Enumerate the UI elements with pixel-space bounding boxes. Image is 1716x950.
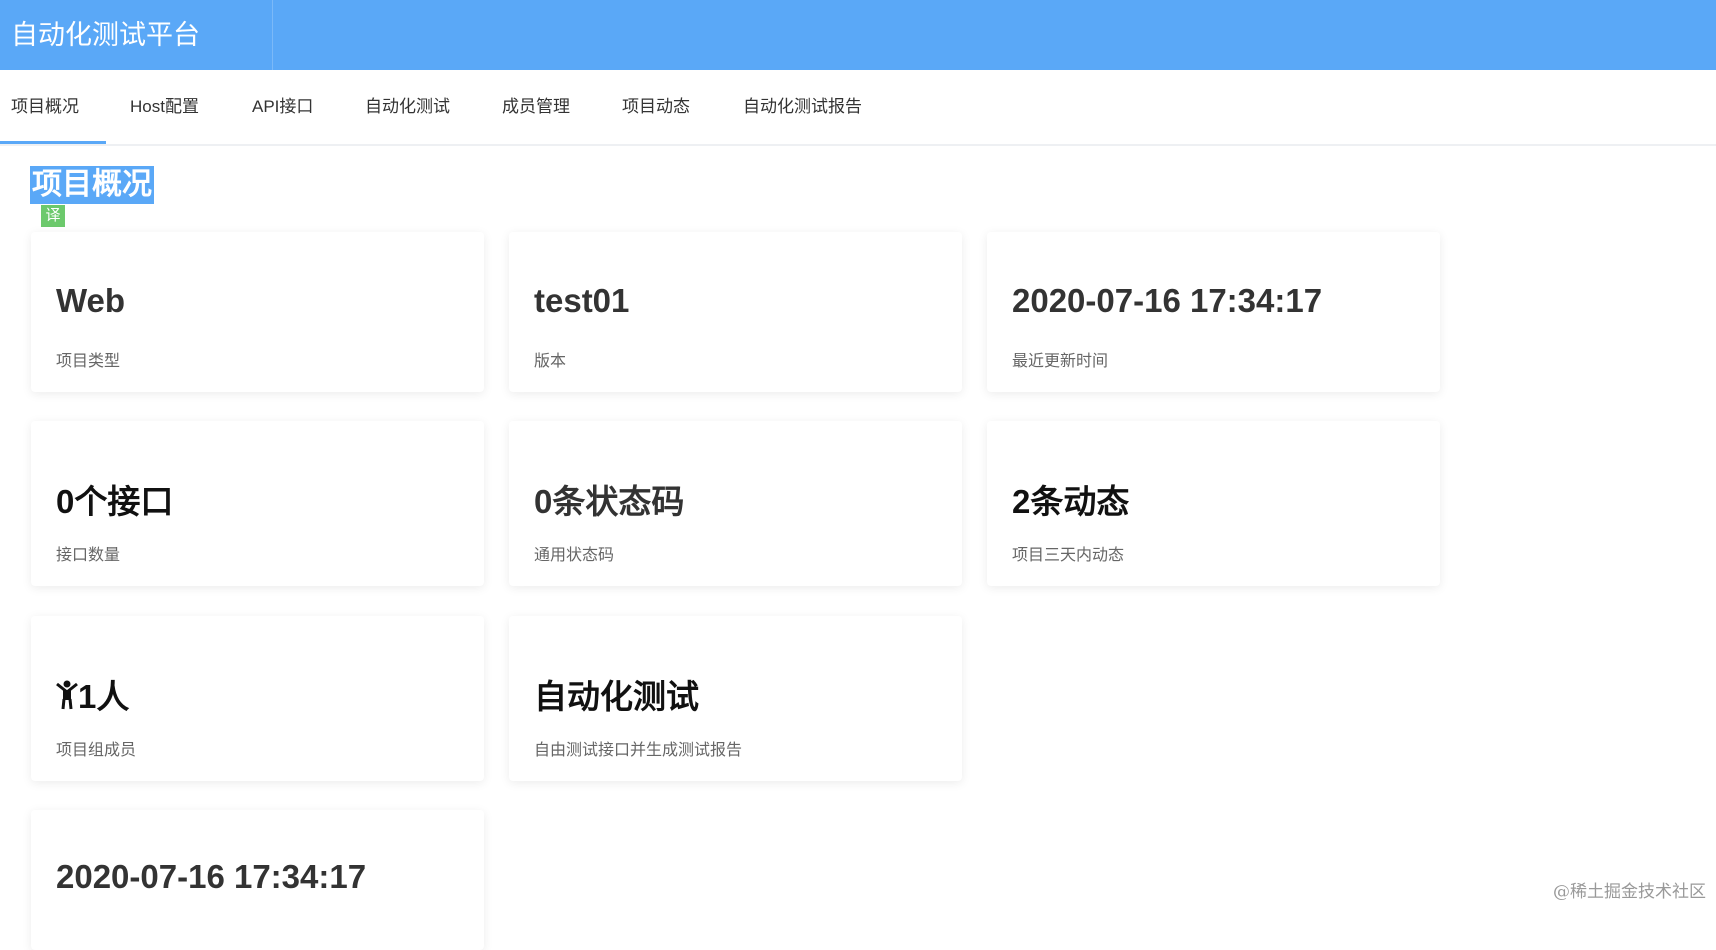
card-value: Web bbox=[56, 282, 126, 319]
card-label: 版本 bbox=[534, 353, 567, 370]
card-label: 项目组成员 bbox=[56, 742, 137, 759]
app-header: 自动化测试平台 bbox=[0, 0, 1716, 70]
card-label: 接口数量 bbox=[56, 547, 121, 564]
card-activity[interactable]: 2条动态 项目三天内动态 bbox=[987, 421, 1440, 586]
watermark: @稀土掘金技术社区 bbox=[1553, 882, 1706, 902]
card-status-codes[interactable]: 0条状态码 通用状态码 bbox=[509, 421, 962, 586]
card-value: 自动化测试 bbox=[534, 678, 699, 715]
card-report-time[interactable]: 2020-07-16 17:34:17 bbox=[31, 810, 484, 950]
nav-tabs: 项目概况 Host配置 API接口 自动化测试 成员管理 项目动态 自动化测试报… bbox=[0, 70, 1716, 146]
card-value: 0个接口 bbox=[56, 483, 174, 520]
card-label: 项目类型 bbox=[56, 353, 121, 370]
tab-test-reports[interactable]: 自动化测试报告 bbox=[743, 70, 862, 144]
translate-badge[interactable]: 译 bbox=[41, 205, 65, 227]
card-last-updated: 2020-07-16 17:34:17 最近更新时间 bbox=[987, 232, 1440, 392]
card-value: 2条动态 bbox=[1012, 483, 1130, 520]
app-title: 自动化测试平台 bbox=[0, 0, 273, 70]
tab-overview[interactable]: 项目概况 bbox=[0, 70, 106, 144]
card-label: 通用状态码 bbox=[534, 547, 615, 564]
tab-api[interactable]: API接口 bbox=[252, 70, 313, 144]
card-api-count[interactable]: 0个接口 接口数量 bbox=[31, 421, 484, 586]
tab-members[interactable]: 成员管理 bbox=[502, 70, 570, 144]
tab-host-config[interactable]: Host配置 bbox=[130, 70, 199, 144]
card-value: 0条状态码 bbox=[534, 483, 685, 520]
tab-automation-test[interactable]: 自动化测试 bbox=[365, 70, 450, 144]
card-label: 自由测试接口并生成测试报告 bbox=[534, 742, 743, 759]
card-value-wrap: 1人 bbox=[56, 670, 129, 718]
card-label: 最近更新时间 bbox=[1012, 353, 1109, 370]
card-value: 2020-07-16 17:34:17 bbox=[56, 858, 367, 895]
card-value: 2020-07-16 17:34:17 bbox=[1012, 282, 1323, 319]
member-count: 1人 bbox=[78, 678, 130, 715]
card-label: 项目三天内动态 bbox=[1012, 547, 1125, 564]
card-project-type: Web 项目类型 bbox=[31, 232, 484, 392]
card-members[interactable]: 1人 项目组成员 bbox=[31, 616, 484, 781]
card-automation-test[interactable]: 自动化测试 自由测试接口并生成测试报告 bbox=[509, 616, 962, 781]
person-icon bbox=[56, 680, 78, 710]
card-version: test01 版本 bbox=[509, 232, 962, 392]
card-value: test01 bbox=[534, 282, 630, 319]
tab-project-activity[interactable]: 项目动态 bbox=[622, 70, 690, 144]
page-title: 项目概况 bbox=[30, 166, 154, 204]
